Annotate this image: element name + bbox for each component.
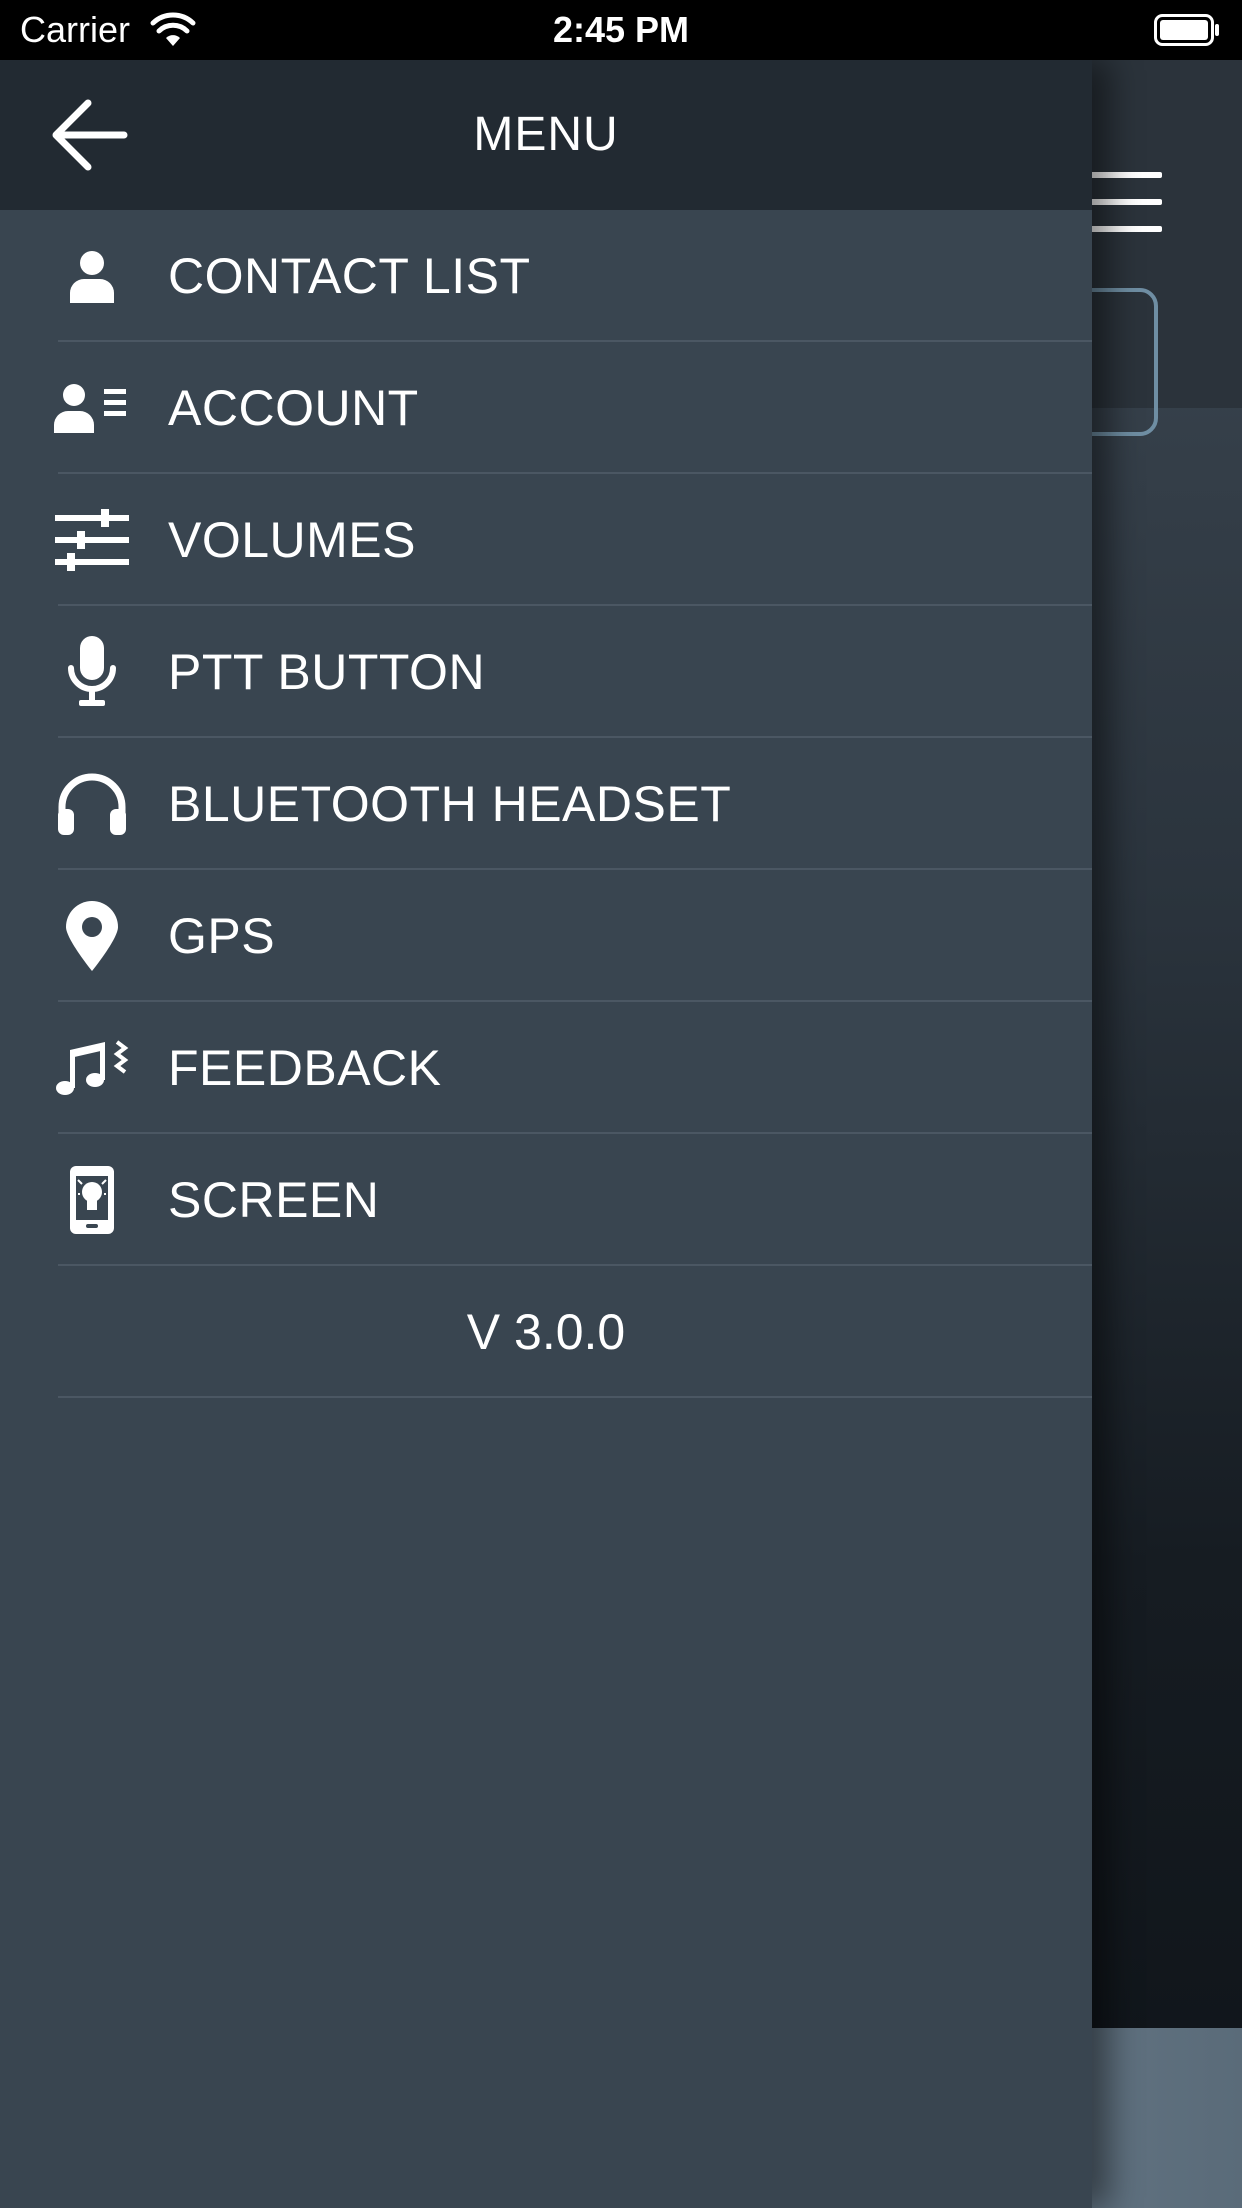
menu-item-gps[interactable]: GPS	[0, 870, 1092, 1002]
page-title: MENU	[473, 108, 619, 161]
menu-item-label: CONTACT LIST	[168, 248, 531, 304]
menu-item-label: GPS	[168, 908, 276, 964]
status-bar: Carrier 2:45 PM	[0, 0, 1242, 60]
side-drawer: MENU CONTACT LIST ACCOUNT VOLUMES PTT BU…	[0, 60, 1092, 2208]
menu-item-label: ACCOUNT	[168, 380, 419, 436]
account-card-icon	[52, 378, 132, 438]
location-pin-icon	[52, 901, 132, 971]
menu-item-label: BLUETOOTH HEADSET	[168, 776, 732, 832]
version-row: V 3.0.0	[0, 1266, 1092, 1398]
microphone-icon	[52, 636, 132, 706]
version-label: V 3.0.0	[466, 1304, 626, 1360]
clock: 2:45 PM	[552, 9, 690, 50]
phone-lightbulb-icon	[52, 1166, 132, 1234]
hamburger-menu-icon[interactable]	[1090, 172, 1162, 232]
menu-item-label: SCREEN	[168, 1172, 380, 1228]
menu-item-volumes[interactable]: VOLUMES	[0, 474, 1092, 606]
menu-item-contact-list[interactable]: CONTACT LIST	[0, 210, 1092, 342]
headphones-icon	[52, 773, 132, 835]
menu-list: CONTACT LIST ACCOUNT VOLUMES PTT BUTTON …	[0, 210, 1092, 1398]
person-icon	[52, 246, 132, 306]
menu-item-screen[interactable]: SCREEN	[0, 1134, 1092, 1266]
menu-item-account[interactable]: ACCOUNT	[0, 342, 1092, 474]
menu-item-bluetooth-headset[interactable]: BLUETOOTH HEADSET	[0, 738, 1092, 870]
sliders-icon	[52, 509, 132, 571]
menu-item-ptt-button[interactable]: PTT BUTTON	[0, 606, 1092, 738]
battery-icon	[1154, 14, 1219, 46]
menu-item-label: VOLUMES	[168, 512, 417, 568]
music-vibrate-icon	[52, 1038, 132, 1098]
menu-item-label: PTT BUTTON	[168, 644, 486, 700]
menu-item-label: FEEDBACK	[168, 1040, 442, 1096]
drawer-header: MENU	[0, 60, 1092, 210]
menu-item-feedback[interactable]: FEEDBACK	[0, 1002, 1092, 1134]
